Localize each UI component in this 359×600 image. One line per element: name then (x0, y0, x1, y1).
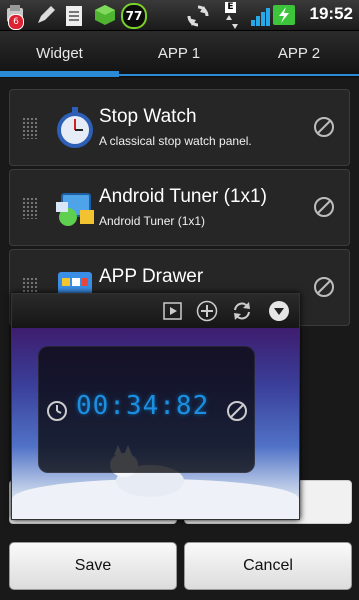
preview-toolbar (12, 294, 299, 328)
clipboard-icon (64, 4, 84, 32)
edit-pencil-icon (35, 4, 57, 30)
block-icon[interactable] (226, 400, 248, 422)
widget-preview[interactable]: 00:34:82 (11, 293, 300, 520)
block-icon[interactable] (313, 276, 335, 298)
tab-app-1[interactable]: APP 1 (119, 31, 239, 78)
green-cube-icon (94, 4, 116, 30)
block-icon[interactable] (313, 196, 335, 218)
drag-handle-icon[interactable] (22, 117, 39, 139)
status-bar: 6 77 E 19:52 (0, 0, 359, 31)
item-description: A classical stop watch panel. (99, 134, 252, 148)
tab-app-2[interactable]: APP 2 (239, 31, 359, 78)
item-description: Android Tuner (1x1) (99, 214, 206, 228)
item-title: Stop Watch (99, 106, 197, 127)
clock-icon[interactable] (46, 400, 68, 422)
android-tuner-icon (52, 184, 98, 230)
add-icon[interactable] (196, 300, 218, 322)
battery-percent-indicator: 77 (121, 3, 147, 29)
list-item-android-tuner[interactable]: Android Tuner (1x1) Android Tuner (1x1) (9, 169, 350, 246)
status-time: 19:52 (309, 4, 353, 23)
preview-background-image (12, 328, 299, 519)
chevron-down-icon[interactable] (268, 300, 290, 322)
notification-count-badge: 6 (8, 14, 24, 30)
block-icon[interactable] (313, 116, 335, 138)
stopwatch-icon (52, 104, 98, 150)
cancel-button[interactable]: Cancel (184, 542, 352, 590)
network-type-indicator: E (225, 2, 236, 13)
active-tab-indicator (0, 71, 119, 77)
drag-handle-icon[interactable] (22, 197, 39, 219)
item-title: APP Drawer (99, 266, 204, 287)
battery-icon (273, 5, 295, 25)
stopwatch-time-display: 00:34:82 (76, 391, 210, 421)
item-title: Android Tuner (1x1) (99, 186, 267, 207)
save-button[interactable]: Save (9, 542, 177, 590)
sync-icon (186, 4, 210, 32)
refresh-icon[interactable] (231, 300, 253, 322)
play-icon[interactable] (162, 300, 184, 322)
list-item-stop-watch[interactable]: Stop Watch A classical stop watch panel. (9, 89, 350, 166)
